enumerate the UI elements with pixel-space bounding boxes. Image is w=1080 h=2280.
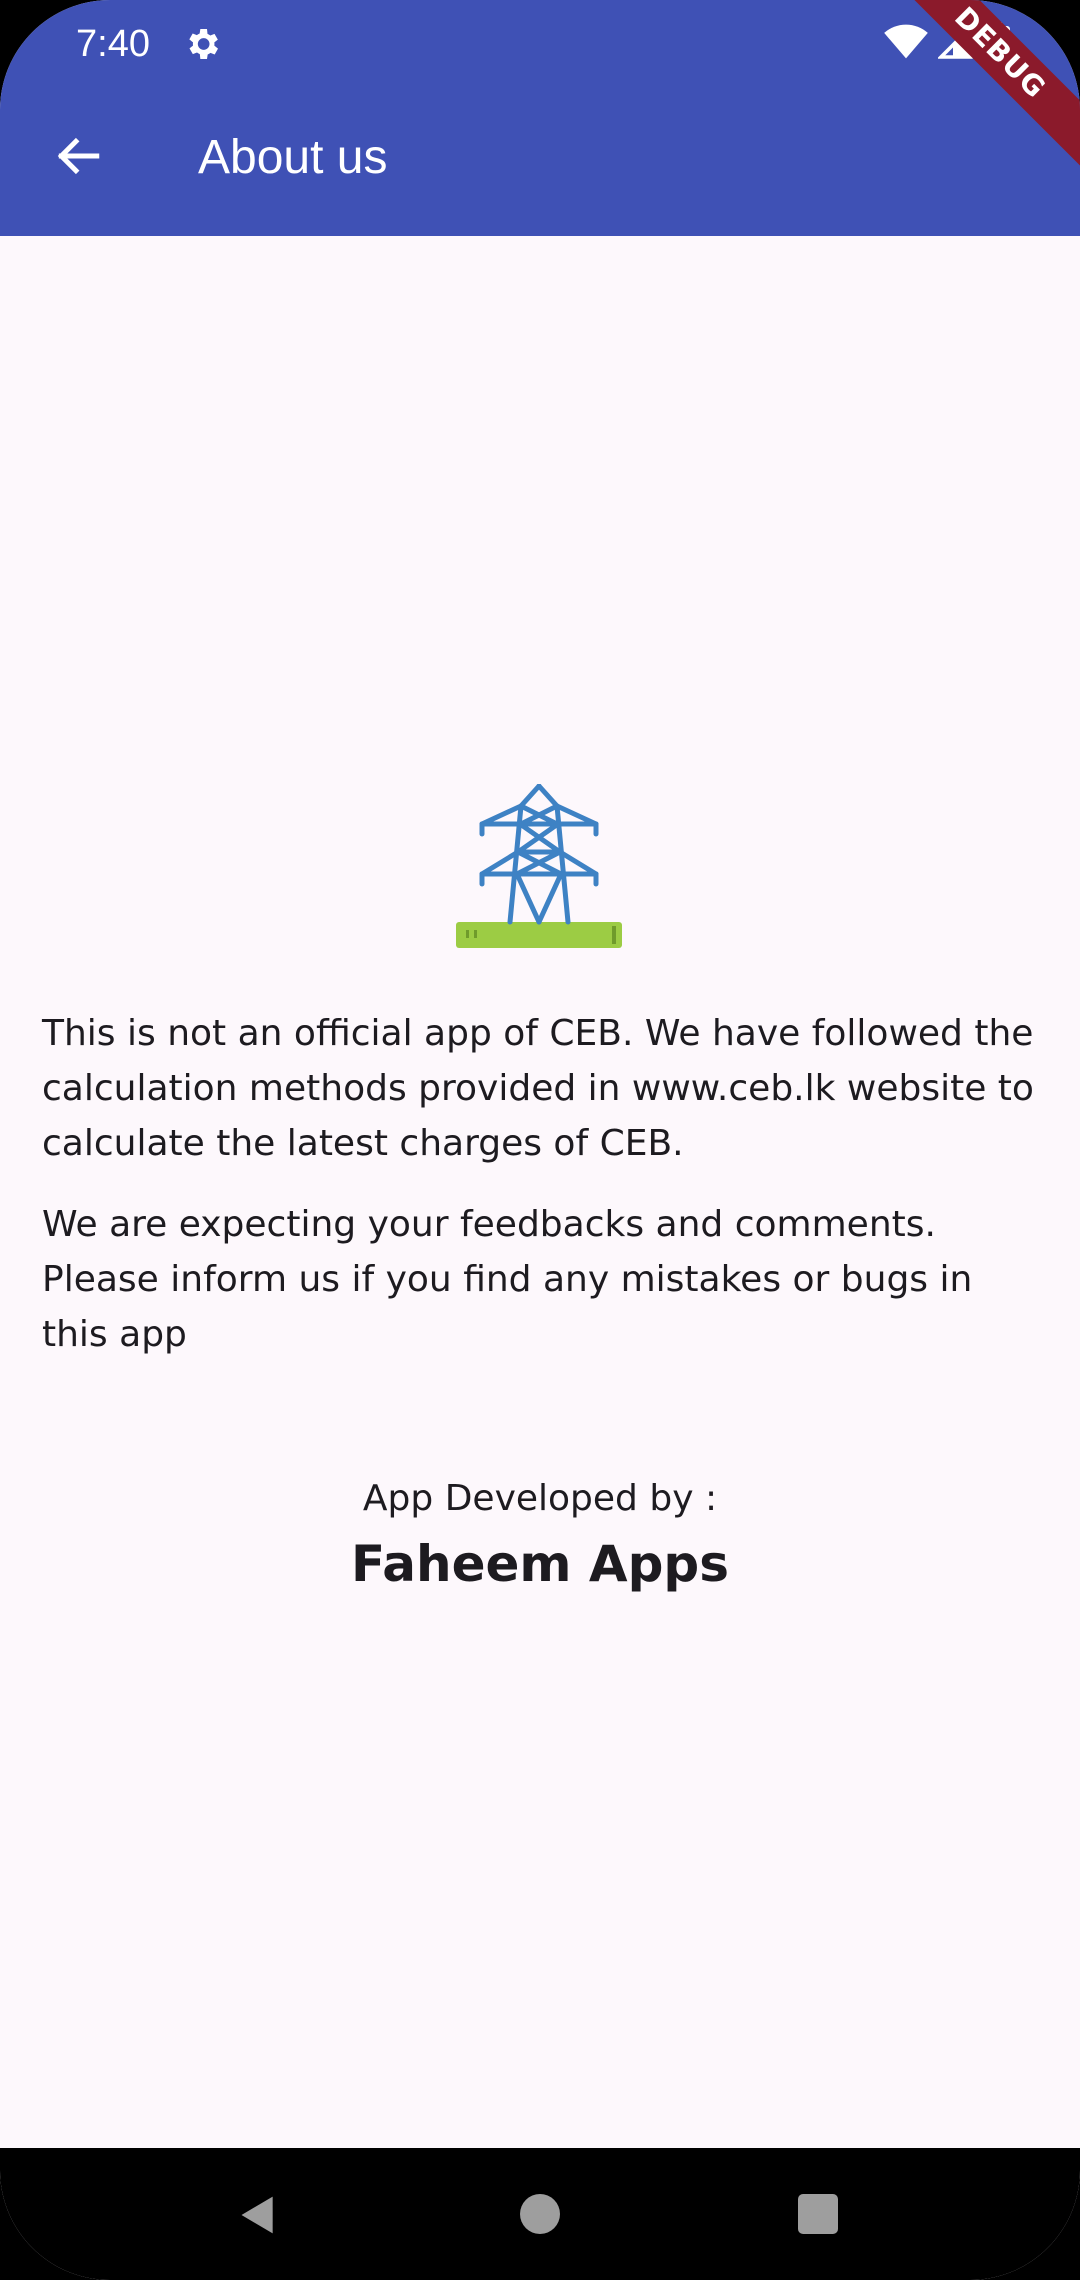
status-time: 7:40 bbox=[76, 23, 150, 65]
arrow-back-icon bbox=[57, 137, 100, 175]
transmission-tower-icon bbox=[456, 784, 622, 948]
about-description: This is not an official app of CEB. We h… bbox=[42, 1006, 1038, 1388]
system-nav-bar bbox=[0, 2148, 1080, 2280]
wifi-icon bbox=[884, 24, 928, 59]
developer-name: Faheem Apps bbox=[351, 1535, 729, 1593]
back-button[interactable] bbox=[42, 120, 114, 192]
developer-label: App Developed by : bbox=[362, 1478, 718, 1519]
page-title: About us bbox=[198, 131, 388, 184]
nav-recents-icon[interactable] bbox=[798, 2194, 838, 2234]
settings-gear-icon bbox=[189, 29, 218, 59]
about-content: This is not an official app of CEB. We h… bbox=[0, 236, 1080, 2148]
nav-home-icon[interactable] bbox=[520, 2194, 560, 2234]
feedback-paragraph: We are expecting your feedbacks and comm… bbox=[42, 1204, 973, 1355]
nav-back-icon[interactable] bbox=[236, 2193, 280, 2237]
phone-screen: 7:40 DEBUG About us This is not an offic… bbox=[0, 0, 1080, 2280]
app-bar: 7:40 DEBUG About us bbox=[0, 0, 1080, 236]
disclaimer-paragraph: This is not an official app of CEB. We h… bbox=[42, 1013, 1034, 1164]
